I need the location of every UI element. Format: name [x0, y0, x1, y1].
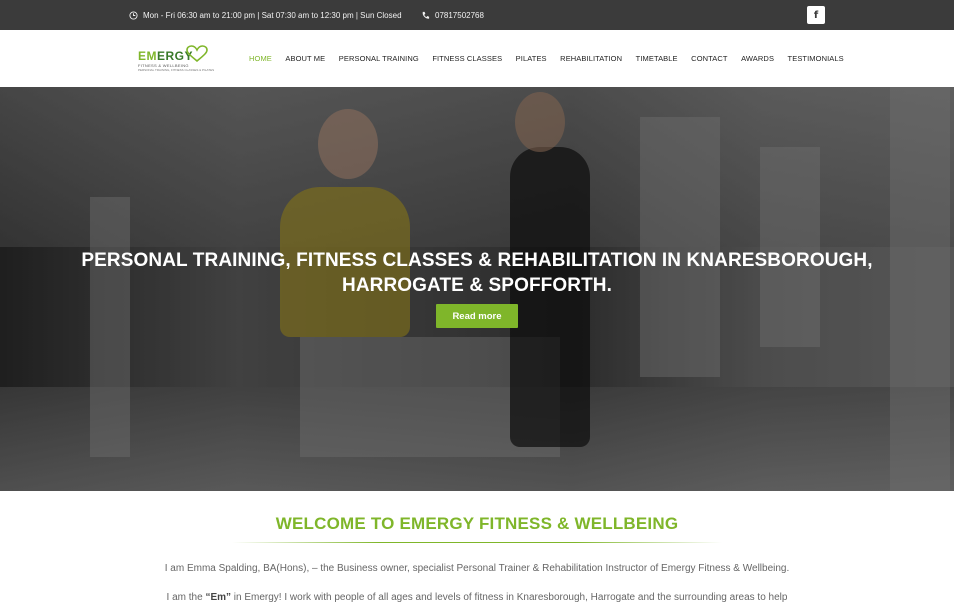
logo-subtagline: PERSONAL TRAINING, FITNESS CLASSES & PIL…	[138, 68, 215, 72]
hero-title: PERSONAL TRAINING, FITNESS CLASSES & REH…	[0, 248, 954, 298]
hero-title-line2: HARROGATE & SPOFFORTH.	[342, 275, 612, 296]
phone-icon	[422, 11, 430, 19]
facebook-icon[interactable]: f	[807, 6, 825, 24]
hero-title-line1: PERSONAL TRAINING, FITNESS CLASSES & REH…	[81, 250, 873, 271]
welcome-heading: WELCOME TO EMERGY FITNESS & WELLBEING	[275, 514, 679, 533]
nav-contact[interactable]: CONTACT	[691, 54, 727, 63]
heart-icon	[186, 45, 208, 63]
site-logo[interactable]: EMERGY FITNESS & WELLBEING PERSONAL TRAI…	[138, 43, 215, 75]
opening-hours: Mon - Fri 06:30 am to 21:00 pm | Sat 07:…	[129, 0, 402, 30]
top-info-bar: Mon - Fri 06:30 am to 21:00 pm | Sat 07:…	[0, 0, 954, 30]
phone-number[interactable]: 07817502768	[435, 11, 484, 20]
nav-rehabilitation[interactable]: REHABILITATION	[560, 54, 622, 63]
hero-banner: PERSONAL TRAINING, FITNESS CLASSES & REH…	[0, 87, 954, 491]
nav-awards[interactable]: AWARDS	[741, 54, 774, 63]
read-more-button[interactable]: Read more	[436, 304, 518, 328]
welcome-divider	[232, 542, 722, 543]
phone-contact[interactable]: 07817502768	[421, 0, 484, 30]
nav-timetable[interactable]: TIMETABLE	[636, 54, 678, 63]
nav-personal-training[interactable]: PERSONAL TRAINING	[339, 54, 419, 63]
site-header: EMERGY FITNESS & WELLBEING PERSONAL TRAI…	[0, 30, 954, 87]
nav-pilates[interactable]: PILATES	[516, 54, 547, 63]
nav-testimonials[interactable]: TESTIMONIALS	[788, 54, 844, 63]
nav-about-me[interactable]: ABOUT ME	[285, 54, 325, 63]
welcome-paragraph-2: I am the “Em” in Emergy! I work with peo…	[166, 592, 788, 603]
welcome-paragraph-1: I am Emma Spalding, BA(Hons), – the Busi…	[164, 563, 790, 574]
nav-fitness-classes[interactable]: FITNESS CLASSES	[432, 54, 502, 63]
clock-icon	[129, 10, 138, 20]
opening-hours-text: Mon - Fri 06:30 am to 21:00 pm | Sat 07:…	[143, 10, 402, 20]
logo-wordmark: EMERGY	[138, 49, 194, 63]
main-navigation: HOME ABOUT ME PERSONAL TRAINING FITNESS …	[249, 30, 857, 87]
nav-home[interactable]: HOME	[249, 54, 272, 63]
